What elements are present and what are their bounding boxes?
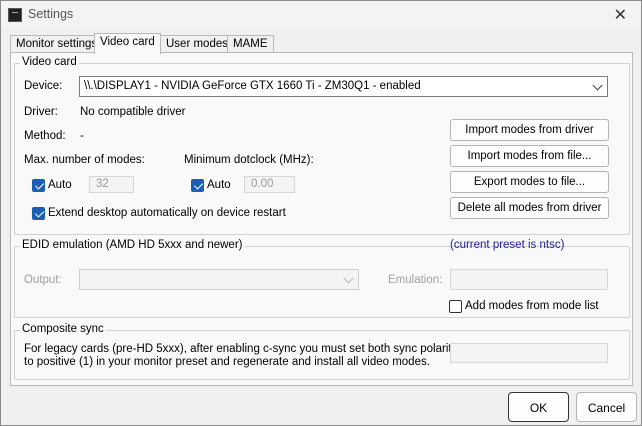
tab-monitor-settings[interactable]: Monitor settings [10, 35, 104, 53]
import-modes-driver-button[interactable]: Import modes from driver [450, 119, 609, 141]
composite-sync-note-line1: For legacy cards (pre-HD 5xxx), after en… [24, 343, 467, 355]
chevron-down-icon [343, 273, 354, 284]
ok-button[interactable]: OK [508, 392, 569, 422]
device-select[interactable]: \\.\DISPLAY1 - NVIDIA GeForce GTX 1660 T… [79, 76, 608, 97]
title-bar: Settings ✕ [1, 1, 641, 29]
app-icon [8, 8, 22, 22]
min-dotclock-label: Minimum dotclock (MHz): [184, 154, 314, 166]
max-modes-auto-checkbox[interactable] [32, 179, 45, 192]
device-label: Device: [24, 80, 63, 92]
delete-all-modes-button[interactable]: Delete all modes from driver [450, 197, 609, 219]
export-modes-file-button[interactable]: Export modes to file... [450, 171, 609, 193]
tab-video-card[interactable]: Video card [94, 33, 161, 54]
add-modes-label: Add modes from mode list [465, 300, 599, 312]
import-modes-file-button[interactable]: Import modes from file... [450, 145, 609, 167]
max-modes-field[interactable]: 32 [89, 176, 134, 193]
emulation-field[interactable] [450, 269, 608, 290]
extend-desktop-label: Extend desktop automatically on device r… [48, 207, 286, 219]
close-icon[interactable]: ✕ [614, 5, 627, 25]
output-label: Output: [24, 274, 62, 286]
min-dotclock-auto-label: Auto [207, 179, 231, 191]
composite-sync-note-line2: to positive (1) in your monitor preset a… [24, 356, 430, 368]
device-select-value: \\.\DISPLAY1 - NVIDIA GeForce GTX 1660 T… [84, 80, 421, 92]
cancel-button[interactable]: Cancel [576, 392, 637, 422]
edid-group-label: EDID emulation (AMD HD 5xxx and newer) [20, 239, 245, 251]
video-card-page: Video card Device: \\.\DISPLAY1 - NVIDIA… [10, 52, 633, 386]
preset-note: (current preset is ntsc) [450, 239, 565, 251]
emulation-label: Emulation: [388, 274, 443, 286]
max-modes-label: Max. number of modes: [24, 154, 145, 166]
method-value: - [80, 130, 84, 142]
window-title: Settings [28, 7, 74, 21]
tab-user-modes[interactable]: User modes [160, 35, 234, 53]
max-modes-auto-label: Auto [48, 179, 72, 191]
driver-label: Driver: [24, 106, 58, 118]
output-select[interactable] [79, 269, 359, 290]
min-dotclock-auto-checkbox[interactable] [191, 179, 204, 192]
chevron-down-icon [592, 80, 603, 91]
video-card-group-label: Video card [20, 56, 79, 68]
composite-sync-field[interactable] [450, 343, 608, 363]
extend-desktop-checkbox[interactable] [32, 207, 45, 220]
add-modes-checkbox[interactable] [449, 300, 462, 313]
method-label: Method: [24, 130, 66, 142]
settings-window: Settings ✕ Monitor settings Video card U… [0, 0, 642, 426]
composite-sync-group-label: Composite sync [20, 323, 106, 335]
tab-mame[interactable]: MAME [227, 35, 274, 53]
driver-value: No compatible driver [80, 106, 186, 118]
min-dotclock-field[interactable]: 0.00 [244, 176, 295, 193]
